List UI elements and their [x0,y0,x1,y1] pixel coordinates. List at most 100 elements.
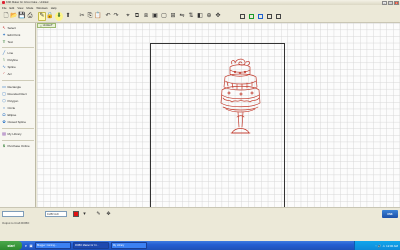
new-file-icon[interactable]: 🗋 [2,12,10,21]
pen-icon[interactable]: ✎ [95,210,102,218]
sidebar-item-closed-spline[interactable]: ✿ Closed Spline [2,119,35,125]
maximize-button[interactable]: □ [388,0,393,5]
sidebar-item-label: Arc [7,72,13,76]
app-icon [2,1,5,4]
arc-icon: ◜ [3,71,5,76]
ie-icon[interactable]: e [24,244,28,248]
close-tab-icon[interactable]: × [40,24,42,28]
open-folder-icon[interactable]: 📂 [10,12,18,21]
sidebar-item-label: Spline [7,65,16,69]
sidebar-item-label: Select [7,26,16,30]
shadow-icon[interactable]: ◧ [196,12,204,21]
sidebar-item-ellipse[interactable]: ⬭ Ellipse [2,112,35,118]
document-tab[interactable]: × Untitled* [37,23,56,28]
align-icon[interactable]: ⊞ [169,12,177,21]
ellipse-icon: ⬭ [2,112,6,117]
settings-icon[interactable]: ✥ [105,210,112,218]
volume-icon[interactable]: 🔊 [378,244,382,248]
sidebar-item-line[interactable]: ╱ Line [2,50,35,56]
node-tool-icon[interactable]: ⌖ [124,12,132,21]
network-icon[interactable]: ◔ [375,244,377,248]
task-robo-master[interactable]: ROBO Master for Cr... [73,242,109,249]
menu-view[interactable]: View [17,6,23,10]
desktop-icon[interactable]: ▣ [29,244,33,248]
menu-file[interactable]: File [2,6,7,10]
flip-icon[interactable]: ⇋ [178,12,186,21]
pan-icon[interactable]: ✥ [214,12,222,21]
sidebar-item-arc[interactable]: ◜ Arc [2,71,35,77]
sidebar-item-purchase-online[interactable]: $ Purchase Online [2,143,35,149]
color-swatch[interactable] [73,211,79,217]
clock[interactable]: 12:00 AM [386,244,398,248]
menu-edit[interactable]: Edit [10,6,15,10]
sidebar-item-label: Edit Point [7,33,21,37]
sidebar-item-spline[interactable]: ∿ Spline [2,64,35,70]
minimize-button[interactable]: – [382,0,387,5]
sidebar-item-rectangle[interactable]: ▭ Rectangle [2,84,35,90]
close-button[interactable]: × [394,0,399,5]
sidebar-item-polygon[interactable]: ⬡ Polygon [2,98,35,104]
edit-point-icon: ✦ [2,32,6,37]
rectangle-icon: ▭ [2,84,6,89]
document-tab-label: Untitled* [42,24,53,27]
tool-4-icon[interactable]: ⬆ [64,12,72,21]
sidebar-item-circle[interactable]: ○ Circle [2,105,35,111]
sidebar-item-select[interactable]: ↖ Select [2,25,35,31]
sidebar-item-label: My Library [7,132,22,136]
task-my-library[interactable]: My Library [111,242,147,249]
task-label: My Library [113,244,125,247]
redo-icon[interactable]: ↷ [112,12,120,21]
box-outline-3-icon[interactable] [274,12,282,21]
sidebar-item-my-library[interactable]: ▤ My Library [2,131,35,137]
coordinate-field[interactable] [2,211,24,217]
system-tray: ◔ 🔊 ⚠ 12:00 AM [354,241,400,250]
sidebar-item-label: Polyline [7,58,19,62]
cut-icon[interactable]: ✂ [78,12,86,21]
sidebar-item-polyline[interactable]: ⌇ Polyline [2,57,35,63]
measure-field[interactable]: 0.283 inch [45,211,67,217]
box-outline-2-icon[interactable] [265,12,273,21]
text-icon: T [2,39,6,44]
sidebar-item-text[interactable]: T Text [2,39,35,45]
cut-mode-icon[interactable]: ✎ [38,11,46,21]
window-controls: – □ × [382,0,399,5]
sidebar-item-label: Purchase Online [7,144,30,148]
sidebar-item-label: Rounded Rect [7,92,27,96]
circle-icon: ○ [2,105,6,110]
zoom-icon[interactable]: ⊕ [205,12,213,21]
ungroup-icon[interactable]: ▢ [160,12,168,21]
sidebar-item-label: Line [7,51,14,55]
undo-icon[interactable]: ↶ [104,12,112,21]
sidebar-item-edit-point[interactable]: ✦ Edit Point [2,32,35,38]
sidebar-item-label: Text [7,40,14,44]
sidebar-divider [2,47,34,48]
menu-windows[interactable]: Windows [36,6,47,10]
sidebar-divider [2,128,34,129]
sidebar-item-rounded-rect[interactable]: ▢ Rounded Rect [2,91,35,97]
cake-design-shape[interactable] [217,55,263,145]
menu-help[interactable]: Help [51,6,57,10]
start-button[interactable]: start [0,241,22,250]
tool-3-icon[interactable]: ⬇ [55,11,63,21]
save-icon[interactable]: 💾 [18,12,26,21]
task-blogger[interactable]: Blogger: Coming... [35,242,71,249]
lock-icon[interactable]: 🔒 [46,12,54,21]
box-outline-icon[interactable] [238,12,246,21]
mirror-icon[interactable]: ⇅ [187,12,195,21]
paste-icon[interactable]: 📋 [94,12,102,21]
group-icon[interactable]: ▣ [151,12,159,21]
task-label: Blogger: Coming... [37,244,57,247]
window-title: KNK Maker for Cricut Cake - Untitled [6,1,49,4]
sidebar-divider [2,140,34,141]
weld-icon[interactable]: ⧉ [133,12,141,21]
alert-icon[interactable]: ⚠ [382,244,385,248]
menu-mode[interactable]: Mode [26,6,33,10]
break-icon[interactable]: ⧈ [142,12,150,21]
print-icon[interactable]: ⎙ [26,12,34,21]
sidebar-item-label: Closed Spline [7,120,27,124]
copy-icon[interactable]: ⎘ [86,12,94,21]
polygon-icon: ⬡ [2,98,6,103]
box-blue-icon[interactable] [256,12,264,21]
box-green-icon[interactable] [247,12,255,21]
swatch-dropdown-icon[interactable]: ▾ [81,210,88,218]
